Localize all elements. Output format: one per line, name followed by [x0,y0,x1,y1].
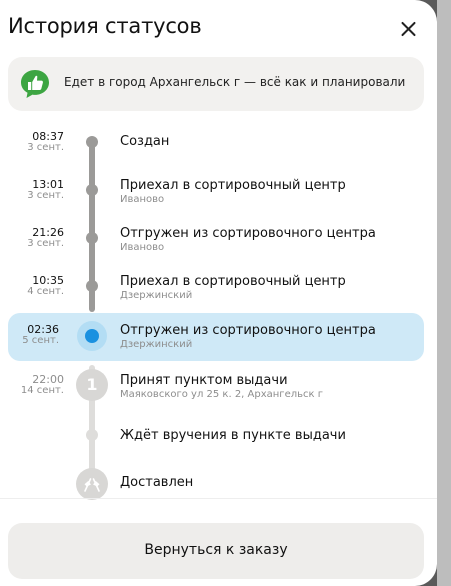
event-place: Маяковского ул 25 к. 2, Архангельск г [120,389,323,400]
status-banner: Едет в город Архангельск г — всё как и п… [8,57,424,111]
event-status: Приехал в сортировочный центр [120,274,346,289]
event-date: 4 сент. [27,286,64,297]
event-status: Создан [120,134,170,149]
event-date: 5 сент. [22,335,59,346]
event-date: 3 сент. [27,142,64,153]
timeline-item: 13:01 3 сент. Приехал в сортировочный це… [0,178,437,226]
back-to-order-button[interactable]: Вернуться к заказу [8,523,424,579]
status-timeline: 08:37 3 сент. Создан 13:01 3 сент. Приех… [0,120,437,515]
event-place: Иваново [120,194,165,205]
event-status: Отгружен из сортировочного центра [120,226,376,241]
footer-divider [0,498,437,499]
timeline-item: 22:00 14 сент. 1 Принят пунктом выдачи М… [0,369,437,421]
event-status: Приехал в сортировочный центр [120,178,346,193]
event-status: Принят пунктом выдачи [120,373,288,388]
status-history-modal: История статусов Едет в город Архангельс… [0,0,437,586]
timeline-item: 08:37 3 сент. Создан [0,130,437,178]
event-place: Дзержинский [120,339,193,350]
finish-flags-icon [76,468,108,500]
event-status: Отгружен из сортировочного центра [120,323,376,338]
timeline-dot [86,280,98,292]
event-date: 3 сент. [27,190,64,201]
current-status-dot [85,329,99,343]
timeline-dot [86,429,98,441]
timeline-item: 21:26 3 сент. Отгружен из сортировочного… [0,226,437,274]
event-place: Иваново [120,242,165,253]
event-date: 3 сент. [27,238,64,249]
banner-text: Едет в город Архангельск г — всё как и п… [64,75,406,89]
page-title: История статусов [8,14,202,38]
thumbs-up-icon [21,70,49,98]
event-place: Дзержинский [120,290,193,301]
modal-header: История статусов [8,12,429,46]
timeline-item: Ждёт вручения в пункте выдачи [0,428,437,476]
step-number-badge: 1 [76,369,108,401]
backdrop [437,0,451,586]
timeline-item-current: 02:36 5 сент. Отгружен из сортировочного… [8,313,424,361]
timeline-dot [86,184,98,196]
timeline-item: Доставлен [0,468,437,523]
timeline-dot [86,232,98,244]
back-to-order-label: Вернуться к заказу [144,542,288,558]
event-status: Ждёт вручения в пункте выдачи [120,428,346,443]
event-status: Доставлен [120,475,194,490]
event-date: 14 сент. [20,385,64,396]
close-icon[interactable] [397,18,419,40]
timeline-dot [86,136,98,148]
